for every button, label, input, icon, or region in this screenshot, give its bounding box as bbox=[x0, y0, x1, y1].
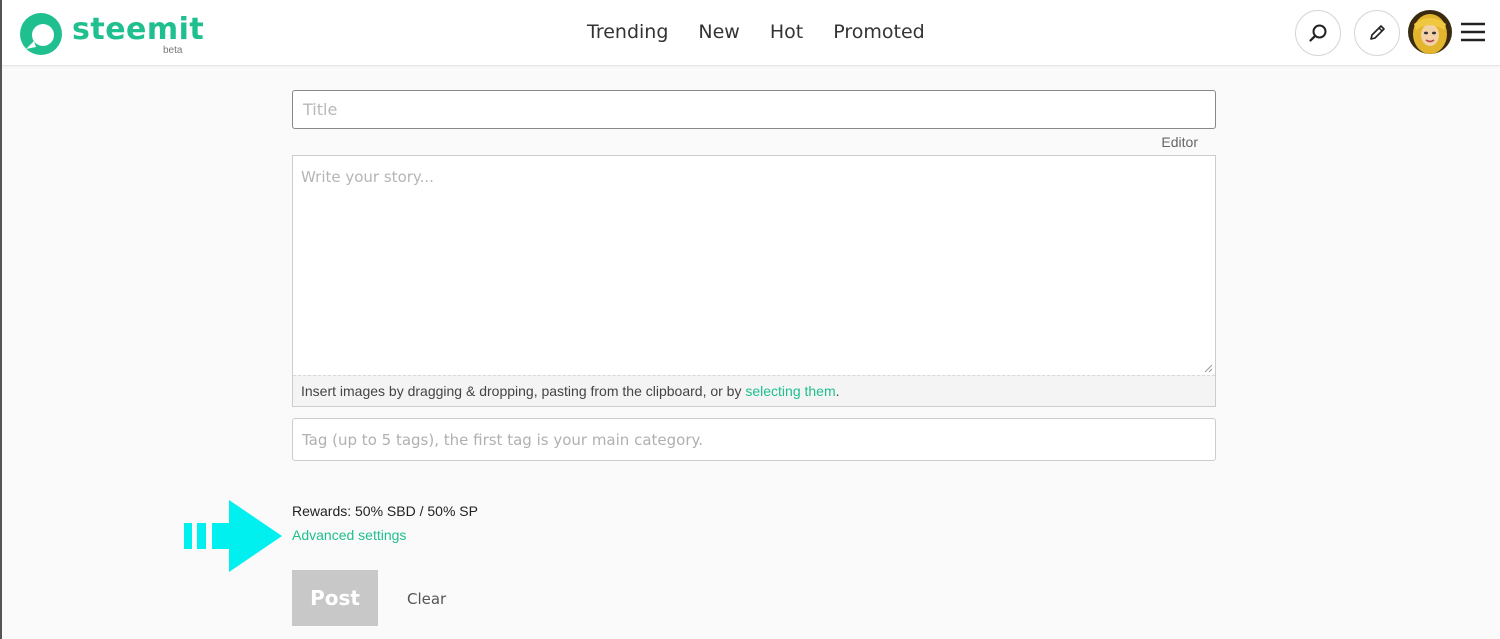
beta-badge: beta bbox=[163, 45, 183, 56]
editor-toggle[interactable]: Editor bbox=[1132, 134, 1198, 150]
search-icon bbox=[1309, 24, 1327, 42]
nav-new[interactable]: New bbox=[698, 20, 739, 44]
nav-trending[interactable]: Trending bbox=[587, 20, 668, 44]
image-drop-hint: Insert images by dragging & dropping, pa… bbox=[293, 375, 1215, 406]
post-button[interactable]: Post bbox=[292, 570, 378, 626]
rewards-text: Rewards: 50% SBD / 50% SP bbox=[292, 503, 478, 519]
annotation-arrow-icon bbox=[184, 500, 282, 572]
clear-button[interactable]: Clear bbox=[407, 590, 446, 608]
title-input[interactable] bbox=[292, 90, 1216, 129]
story-editor: Insert images by dragging & dropping, pa… bbox=[292, 155, 1216, 407]
nav-promoted[interactable]: Promoted bbox=[833, 20, 924, 44]
pencil-icon bbox=[1370, 25, 1385, 40]
nav-hot[interactable]: Hot bbox=[770, 20, 803, 44]
resize-grip-icon[interactable] bbox=[1203, 363, 1213, 373]
avatar[interactable] bbox=[1408, 10, 1452, 54]
drop-hint-text: Insert images by dragging & dropping, pa… bbox=[301, 383, 746, 399]
steemit-logo[interactable]: steemit beta bbox=[18, 9, 204, 59]
tags-input[interactable] bbox=[292, 418, 1216, 461]
hamburger-menu-icon[interactable] bbox=[1460, 21, 1486, 43]
search-button[interactable] bbox=[1295, 10, 1341, 56]
main-nav: Trending New Hot Promoted bbox=[572, 20, 940, 44]
advanced-settings-link[interactable]: Advanced settings bbox=[292, 527, 406, 543]
story-textarea[interactable] bbox=[293, 156, 1215, 375]
steemit-logo-icon bbox=[20, 13, 62, 55]
avatar-image bbox=[1408, 10, 1452, 54]
write-post-button[interactable] bbox=[1354, 10, 1400, 56]
top-bar: steemit beta Trending New Hot Promoted bbox=[2, 0, 1500, 66]
select-images-link[interactable]: selecting them bbox=[745, 383, 835, 399]
drop-hint-end: . bbox=[835, 383, 840, 399]
logo-wordmark: steemit bbox=[72, 12, 205, 47]
